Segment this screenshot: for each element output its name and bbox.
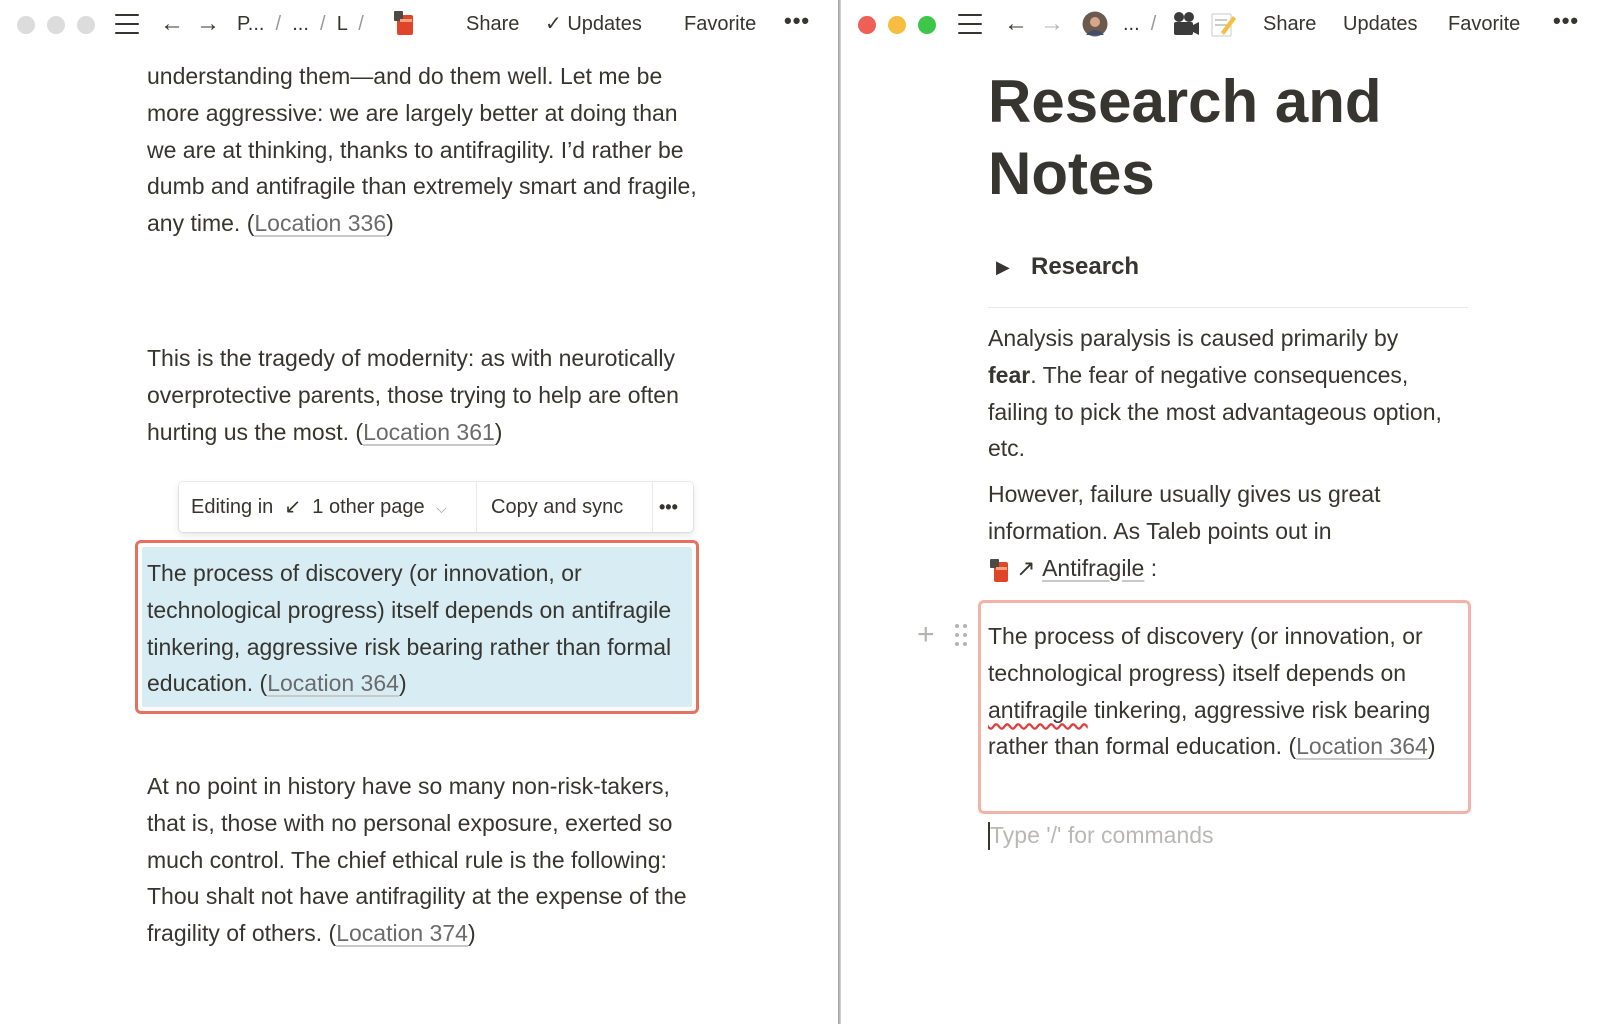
minimize-button-inactive[interactable] xyxy=(47,16,65,34)
copy-and-sync-button[interactable]: Copy and sync xyxy=(491,482,623,532)
left-topbar: ← → P... / ... / L / Share ✓ Updates Fav… xyxy=(0,0,838,50)
updates-label: Updates xyxy=(567,13,642,35)
left-window: ← → P... / ... / L / Share ✓ Updates Fav… xyxy=(0,0,838,1024)
location-link[interactable]: Location 361 xyxy=(363,419,495,445)
close-button-inactive[interactable] xyxy=(17,16,35,34)
editing-in-dropdown[interactable]: Editing in ↙ 1 other page ⌵ xyxy=(191,482,447,532)
empty-block-placeholder[interactable]: Type '/' for commands xyxy=(990,818,1214,852)
highlight-text: The process of discovery (or innovation,… xyxy=(147,560,672,697)
misspelled-word: antifragile xyxy=(988,696,1088,723)
breadcrumb-separator: / xyxy=(270,13,287,35)
synced-block-original[interactable]: The process of discovery (or innovation,… xyxy=(135,540,699,714)
highlight-block[interactable]: This is the tragedy of modernity: as wit… xyxy=(147,340,707,450)
highlight-text: understanding them—and do them well. Let… xyxy=(147,63,697,237)
text-segment: However, failure usually gives us great … xyxy=(988,481,1381,544)
zoom-button-inactive[interactable] xyxy=(77,16,95,34)
drag-handle-icon[interactable] xyxy=(955,624,969,648)
right-topbar: ← → ... / Share Updates Favorite ••• xyxy=(841,0,1600,50)
text-block[interactable]: However, failure usually gives us great … xyxy=(988,476,1453,586)
breadcrumb-item[interactable]: ... xyxy=(1123,13,1140,35)
more-options-button[interactable]: ••• xyxy=(1553,8,1579,34)
toolbar-more-button[interactable]: ••• xyxy=(659,482,678,532)
text-segment: : xyxy=(1144,554,1158,581)
film-camera-icon[interactable] xyxy=(1171,10,1201,38)
highlight-block[interactable]: At no point in history have so many non-… xyxy=(147,768,707,952)
right-window: ← → ... / Share Updates Favorite ••• Res… xyxy=(841,0,1600,1024)
editing-in-prefix: Editing in xyxy=(191,496,274,518)
forward-arrow-icon[interactable]: → xyxy=(1040,10,1064,38)
book-cover-icon[interactable] xyxy=(392,9,418,37)
hamburger-icon[interactable] xyxy=(115,14,139,34)
forward-arrow-icon[interactable]: → xyxy=(196,10,220,38)
location-link[interactable]: Location 374 xyxy=(336,920,468,946)
location-link[interactable]: Location 336 xyxy=(254,210,386,236)
hamburger-icon[interactable] xyxy=(958,14,982,34)
breadcrumb-item[interactable]: P... xyxy=(237,13,264,35)
back-arrow-icon[interactable]: ← xyxy=(1004,10,1028,38)
zoom-button[interactable] xyxy=(918,16,936,34)
updates-button[interactable]: Updates xyxy=(1343,10,1418,38)
breadcrumb: ... / xyxy=(1123,10,1162,38)
toolbar-divider xyxy=(476,482,477,532)
avatar[interactable] xyxy=(1082,11,1108,37)
plus-icon[interactable]: + xyxy=(917,620,935,650)
location-link[interactable]: Location 364 xyxy=(267,670,399,696)
toolbar-divider xyxy=(652,482,653,532)
breadcrumb-separator: / xyxy=(1145,13,1162,35)
page-link-label: Antifragile xyxy=(1042,554,1145,581)
synced-block-text[interactable]: The process of discovery (or innovation,… xyxy=(988,618,1458,765)
text-segment: . The fear of negative consequences, fai… xyxy=(988,361,1442,462)
text-segment: The process of discovery (or innovation,… xyxy=(988,623,1423,686)
synced-block-copy[interactable]: The process of discovery (or innovation,… xyxy=(978,600,1471,814)
close-button[interactable] xyxy=(858,16,876,34)
divider xyxy=(988,307,1468,308)
back-arrow-icon[interactable]: ← xyxy=(160,10,184,38)
link-arrow-icon: ↗ xyxy=(1010,554,1036,581)
breadcrumb-item[interactable]: ... xyxy=(292,13,309,35)
breadcrumb-separator: / xyxy=(314,13,332,35)
breadcrumb-item[interactable]: L xyxy=(337,13,347,35)
page-title[interactable]: Research and Notes xyxy=(988,66,1508,210)
synced-block-toolbar: Editing in ↙ 1 other page ⌵ Copy and syn… xyxy=(179,482,693,532)
updates-button[interactable]: ✓ Updates xyxy=(545,10,642,38)
page-link-antifragile[interactable]: ↗ Antifragile xyxy=(988,554,1145,582)
more-options-button[interactable]: ••• xyxy=(784,8,810,34)
bold-text: fear xyxy=(988,361,1031,388)
editing-in-target: 1 other page xyxy=(312,496,425,518)
text-segment: Analysis paralysis is caused primarily b… xyxy=(988,325,1399,351)
book-cover-icon xyxy=(990,558,1008,582)
favorite-button[interactable]: Favorite xyxy=(1448,10,1520,38)
check-icon: ✓ xyxy=(545,13,568,35)
breadcrumb-separator: / xyxy=(352,13,370,35)
location-link[interactable]: Location 364 xyxy=(1296,733,1428,759)
synced-block-text[interactable]: The process of discovery (or innovation,… xyxy=(147,555,687,702)
text-block[interactable]: Analysis paralysis is caused primarily b… xyxy=(988,320,1453,467)
share-button[interactable]: Share xyxy=(1263,10,1316,38)
breadcrumb: P... / ... / L / xyxy=(237,10,369,38)
minimize-button[interactable] xyxy=(888,16,906,34)
arrow-down-left-icon: ↙ xyxy=(278,496,307,518)
chevron-down-icon: ⌵ xyxy=(436,500,447,516)
toggle-arrow-icon[interactable]: ▶ xyxy=(996,257,1010,278)
toggle-block-research[interactable]: Research xyxy=(1031,250,1139,284)
share-button[interactable]: Share xyxy=(466,10,519,38)
favorite-button[interactable]: Favorite xyxy=(684,10,756,38)
memo-icon[interactable] xyxy=(1209,10,1237,38)
highlight-block[interactable]: understanding them—and do them well. Let… xyxy=(147,58,707,242)
